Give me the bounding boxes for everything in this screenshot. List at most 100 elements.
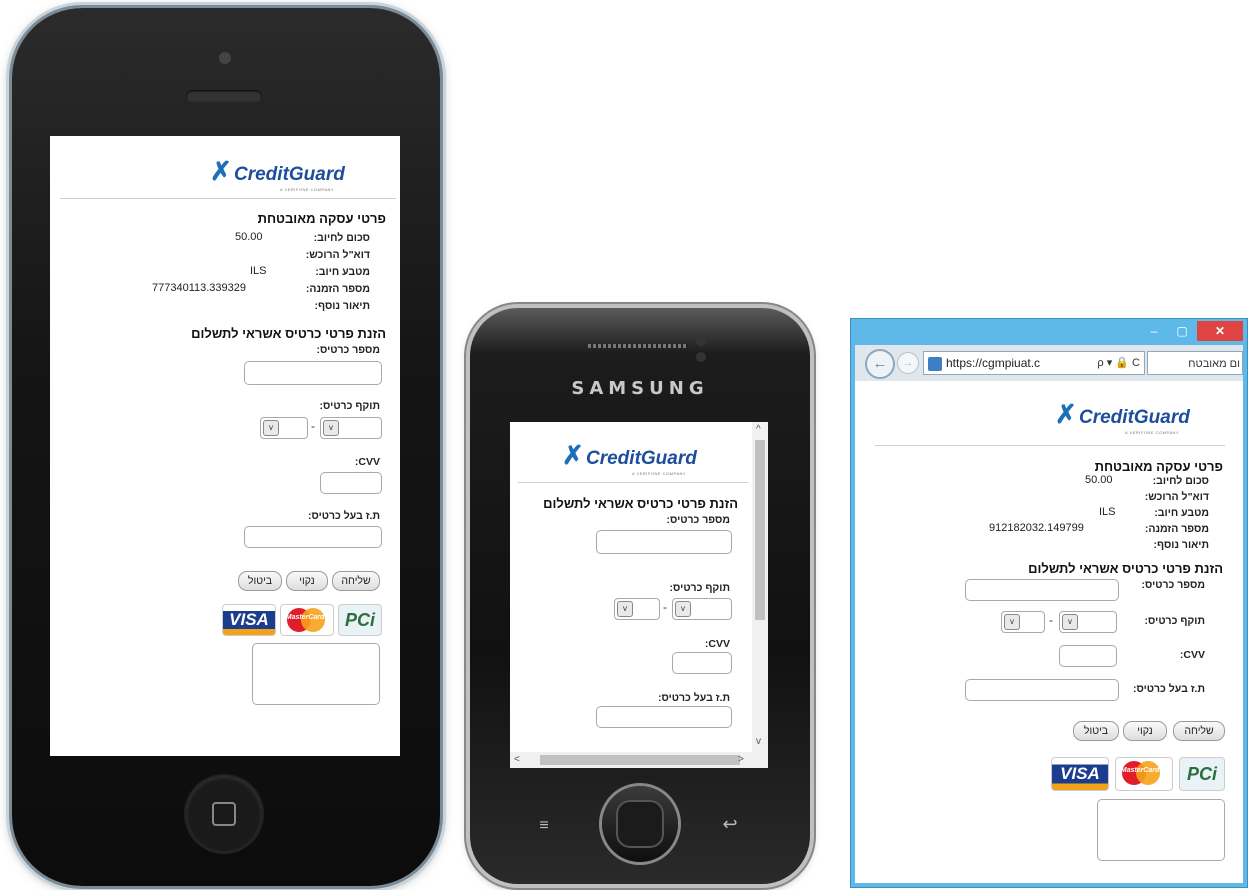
clear-button[interactable]: נקוי [1123,721,1167,741]
id-input[interactable] [596,706,732,728]
cvv-label: CVV: [354,456,380,468]
scroll-down-icon[interactable]: v [756,736,761,747]
scroll-up-icon[interactable]: ^ [756,424,761,435]
address-bar[interactable]: https://cgmpiuat.c ρ ▾ 🔒 C [923,351,1145,375]
order-value: 777340113.339329 [152,282,247,294]
maximize-button[interactable]: ▢ [1169,321,1195,341]
title-bar: – ▢ ✕ [851,319,1247,347]
navigation-bar: ← → https://cgmpiuat.c ρ ▾ 🔒 C ום מאובטח [855,345,1243,381]
logo-figure-icon: ✗ [210,156,232,186]
cvv-label: CVV: [1179,649,1205,661]
chevron-down-icon: v [1004,614,1020,630]
minimize-button[interactable]: – [1141,321,1167,341]
cvv-input[interactable] [1059,645,1117,667]
address-actions[interactable]: ρ ▾ 🔒 C [1097,352,1140,374]
expiry-year-select[interactable]: v [1059,611,1117,633]
home-button[interactable] [602,786,678,862]
mastercard-logo: MasterCard [280,604,334,636]
expiry-year-select[interactable]: v [320,417,382,439]
card-number-label: מספר כרטיס: [316,344,380,356]
chevron-down-icon: v [323,420,339,436]
info-box [252,643,380,705]
send-button[interactable]: שליחה [332,571,380,591]
entry-title: הזנת פרטי כרטיס אשראי לתשלום [1028,561,1223,576]
clear-button[interactable]: נקוי [286,571,328,591]
browser-tab[interactable]: ום מאובטח [1147,351,1243,375]
expiry-year-select[interactable]: v [672,598,732,620]
sensor-icon [696,352,706,362]
entry-title: הזנת פרטי כרטיס אשראי לתשלום [191,326,386,341]
pci-logo: PCi [338,604,382,636]
vertical-scrollbar[interactable]: ^ v [752,422,768,752]
ie-page-icon [928,356,942,371]
scroll-right-icon[interactable]: > [738,754,744,765]
id-input[interactable] [965,679,1119,701]
info-box [1097,799,1225,861]
horizontal-scrollbar[interactable]: < > [510,752,768,768]
scroll-left-icon[interactable]: < [514,754,520,765]
amount-label: סכום לחיוב: [313,232,370,244]
secure-title: פרטי עסקה מאובטחת [257,211,386,226]
creditguard-logo: ✗ CreditGuard A VERIFONE COMPANY [1055,399,1190,435]
divider [875,445,1225,446]
iphone-device: ✗ CreditGuard A VERIFONE COMPANY פרטי עס… [12,8,440,886]
samsung-device: SAMSUNG ✗ CreditGuard A VERIFONE COMPANY… [470,308,810,884]
divider [60,198,396,199]
order-label: מספר הזמנה: [305,283,370,295]
expiry-label: תוקף כרטיס: [669,582,730,594]
scroll-thumb[interactable] [755,440,765,620]
camera-icon [696,336,706,346]
expiry-dash: - [663,600,667,614]
expiry-dash: - [1049,613,1053,627]
id-label: ת.ז בעל כרטיס: [658,692,730,704]
divider [518,482,748,483]
card-number-input[interactable] [965,579,1119,601]
speaker-grille [588,344,688,348]
card-number-label: מספר כרטיס: [666,514,730,526]
card-number-input[interactable] [596,530,732,554]
currency-label: מטבע חיוב: [315,266,370,278]
visa-logo: VISA [222,604,276,636]
amount-value: 50.00 [235,231,263,243]
card-number-input[interactable] [244,361,382,385]
id-label: ת.ז בעל כרטיס: [1133,683,1205,695]
amount-label: סכום לחיוב: [1152,475,1209,487]
currency-label: מטבע חיוב: [1154,507,1209,519]
currency-value: ILS [250,265,267,277]
iphone-screen: ✗ CreditGuard A VERIFONE COMPANY פרטי עס… [50,136,400,756]
speaker-grille [186,90,262,102]
close-button[interactable]: ✕ [1197,321,1243,341]
expiry-month-select[interactable]: v [260,417,308,439]
back-key-icon[interactable]: ↩ [718,814,742,834]
creditguard-logo: ✗ CreditGuard A VERIFONE COMPANY [210,156,345,192]
samsung-brand: SAMSUNG [571,378,709,399]
back-button[interactable]: ← [865,349,895,379]
samsung-screen: ✗ CreditGuard A VERIFONE COMPANY הזנת פר… [510,422,768,768]
home-button[interactable] [186,776,262,852]
id-input[interactable] [244,526,382,548]
scroll-thumb[interactable] [540,755,740,765]
visa-logo: VISA [1051,757,1109,791]
browser-window: – ▢ ✕ ← → https://cgmpiuat.c ρ ▾ 🔒 C ום … [850,318,1248,888]
expiry-month-select[interactable]: v [1001,611,1045,633]
send-button[interactable]: שליחה [1173,721,1225,741]
expiry-dash: - [311,419,315,433]
currency-value: ILS [1099,506,1116,518]
cancel-button[interactable]: ביטול [1073,721,1119,741]
chevron-down-icon: v [1062,614,1078,630]
expiry-month-select[interactable]: v [614,598,660,620]
menu-key-icon[interactable]: ≡ [532,818,556,834]
cancel-button[interactable]: ביטול [238,571,282,591]
cvv-input[interactable] [320,472,382,494]
cvv-input[interactable] [672,652,732,674]
forward-button[interactable]: → [897,352,919,374]
amount-value: 50.00 [1085,474,1113,486]
extra-label: תיאור נוסף: [1153,539,1209,551]
entry-title: הזנת פרטי כרטיס אשראי לתשלום [543,496,738,511]
camera-icon [219,52,231,64]
home-square-icon [212,802,236,826]
mastercard-logo: MasterCard [1115,757,1173,791]
expiry-label: תוקף כרטיס: [1144,615,1205,627]
email-label: דוא"ל הרוכש: [1144,491,1209,503]
id-label: ת.ז בעל כרטיס: [308,510,380,522]
